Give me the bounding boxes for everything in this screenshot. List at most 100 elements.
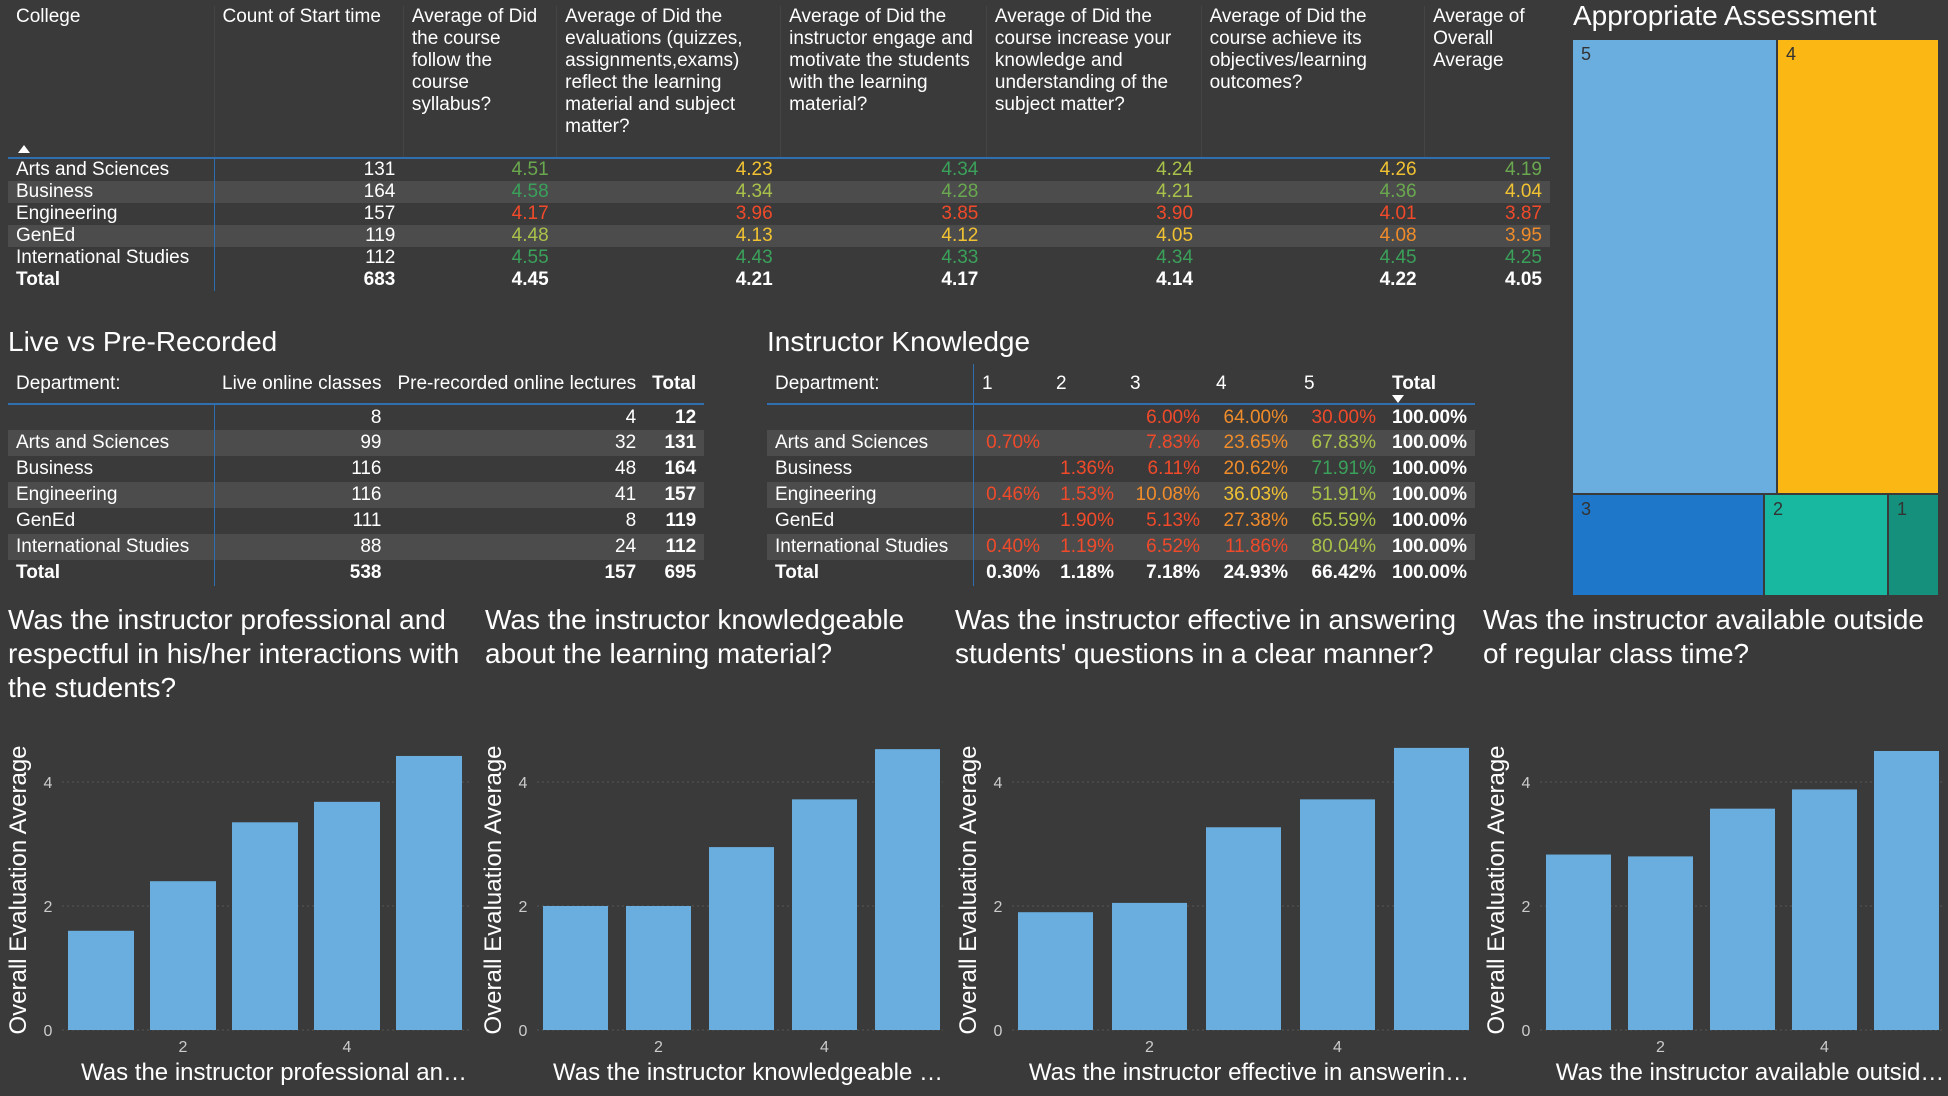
average-cell: 3.95 xyxy=(1424,225,1550,247)
bar[interactable] xyxy=(626,906,691,1030)
table-row[interactable]: International Studies 88 24 112 xyxy=(8,534,705,560)
col-header-label: Total xyxy=(1392,372,1436,394)
col-header-knowledge[interactable]: Average of Did the course increase your … xyxy=(986,6,1202,158)
col-header-college[interactable]: College xyxy=(8,6,215,158)
count-cell: 32 xyxy=(389,430,645,456)
percent-cell: 80.04% xyxy=(1296,534,1384,560)
x-tick-label: 2 xyxy=(179,1039,188,1056)
appropriate-assessment-treemap: 5 4 3 2 1 xyxy=(1573,40,1938,595)
col-header-live[interactable]: Live online classes xyxy=(214,364,389,404)
count-cell: 131 xyxy=(363,159,396,180)
percent-cell xyxy=(974,508,1049,534)
col-header-1[interactable]: 1 xyxy=(974,364,1049,404)
bar[interactable] xyxy=(1546,854,1611,1030)
average-cell: 3.96 xyxy=(735,203,773,224)
table-row[interactable]: Engineering 157 4.17 3.96 3.85 3.90 4.01 3.87 xyxy=(8,203,1550,225)
col-header-total[interactable]: Total xyxy=(644,364,704,404)
count-cell: 119 xyxy=(665,510,697,531)
total-cell: 538 xyxy=(349,562,382,583)
bar[interactable] xyxy=(1206,827,1281,1030)
table-row[interactable]: Engineering 0.46% 1.53% 10.08% 36.03% 51.91% 1… xyxy=(767,482,1476,508)
treemap-cell-5[interactable]: 5 xyxy=(1573,40,1776,493)
sort-descending-icon[interactable] xyxy=(1392,395,1404,403)
bar[interactable] xyxy=(1628,856,1693,1030)
bar[interactable] xyxy=(792,799,857,1030)
col-header-objectives[interactable]: Average of Did the course achieve its ob… xyxy=(1201,6,1426,158)
table-row[interactable]: GenEd 1.90% 5.13% 27.38% 65.59% 100.00% xyxy=(767,508,1475,534)
table-row[interactable]: Engineering 116 41 157 xyxy=(8,482,705,508)
bar[interactable] xyxy=(1792,789,1857,1030)
table-row[interactable]: Business 1.36% 6.11% 20.62% 71.91% 100.00% xyxy=(767,456,1475,482)
count-cell: 131 xyxy=(644,430,705,456)
percent-cell: 6.00% xyxy=(1146,406,1200,428)
col-header-label: Count of Start time xyxy=(222,6,381,27)
bar[interactable] xyxy=(1874,751,1939,1030)
table-row[interactable]: Arts and Sciences 99 32 131 xyxy=(8,430,705,456)
table-row[interactable]: 8 4 12 xyxy=(8,404,704,430)
bar[interactable] xyxy=(1394,747,1469,1030)
average-cell: 4.48 xyxy=(403,225,557,247)
table-row[interactable]: Arts and Sciences 0.70% 7.83% 23.65% 67.83% 1… xyxy=(767,430,1476,456)
bar[interactable] xyxy=(232,822,298,1030)
col-header-department[interactable]: Department: xyxy=(8,364,214,404)
percent-cell: 0.70% xyxy=(973,430,1048,456)
col-header-overall[interactable]: Average of Overall Average xyxy=(1425,6,1550,158)
table-row[interactable]: GenEd 111 8 119 xyxy=(8,508,704,534)
total-label: Total xyxy=(8,560,215,586)
sort-ascending-icon[interactable] xyxy=(18,145,30,153)
bar[interactable] xyxy=(709,847,774,1030)
col-header-evaluations[interactable]: Average of Did the evaluations (quizzes,… xyxy=(556,6,782,158)
table-row[interactable]: Business 116 48 164 xyxy=(8,456,704,482)
col-header-2[interactable]: 2 xyxy=(1048,364,1122,404)
treemap-cell-2[interactable]: 2 xyxy=(1765,495,1887,595)
treemap-cell-4[interactable]: 4 xyxy=(1778,40,1938,493)
average-cell: 4.55 xyxy=(511,247,549,268)
percent-cell: 23.65% xyxy=(1208,430,1296,456)
col-header-5[interactable]: 5 xyxy=(1296,364,1384,404)
col-header-count[interactable]: Count of Start time xyxy=(214,6,404,158)
count-cell: 157 xyxy=(363,203,396,224)
table-row[interactable]: International Studies 0.40% 1.19% 6.52% 11.8… xyxy=(767,534,1476,560)
bar[interactable] xyxy=(1710,808,1775,1030)
department-name: International Studies xyxy=(767,534,974,560)
bar[interactable] xyxy=(396,755,462,1030)
treemap-cell-1[interactable]: 1 xyxy=(1889,495,1938,595)
col-header-label: Average of Did the instructor engage and… xyxy=(789,6,973,115)
bar[interactable] xyxy=(1300,799,1375,1030)
bar[interactable] xyxy=(543,906,608,1030)
col-header-prerecorded[interactable]: Pre-recorded online lectures xyxy=(389,364,644,404)
bar-chart-knowledgeable: 0 2 4 Overall Evaluation Average 2 4 Was the i… xyxy=(480,745,943,1086)
col-header-total[interactable]: Total xyxy=(1384,364,1475,404)
total-average: 4.22 xyxy=(1379,269,1417,290)
table-row[interactable]: Business 164 4.58 4.34 4.28 4.21 4.36 4.04 xyxy=(8,181,1550,203)
col-header-engage[interactable]: Average of Did the instructor engage and… xyxy=(780,6,987,158)
count-cell: 4 xyxy=(625,406,637,428)
bar[interactable] xyxy=(68,930,134,1030)
table-row[interactable]: 6.00% 64.00% 30.00% 100.00% xyxy=(767,404,1475,430)
bar[interactable] xyxy=(1112,902,1187,1030)
x-tick-label: 2 xyxy=(1656,1039,1665,1056)
bar[interactable] xyxy=(150,881,216,1030)
count-cell: 119 xyxy=(214,225,404,247)
average-cell: 4.04 xyxy=(1424,181,1550,203)
bar[interactable] xyxy=(1018,912,1093,1030)
bar[interactable] xyxy=(314,801,380,1030)
col-header-3[interactable]: 3 xyxy=(1122,364,1208,404)
table-row[interactable]: Arts and Sciences 131 4.51 4.23 4.34 4.24 4.26… xyxy=(8,158,1550,181)
percent-cell: 27.38% xyxy=(1223,510,1288,531)
average-cell: 4.36 xyxy=(1201,181,1425,203)
bar[interactable] xyxy=(875,749,940,1030)
col-header-department[interactable]: Department: xyxy=(767,364,974,404)
table-row[interactable]: International Studies 112 4.55 4.43 4.33 4.34… xyxy=(8,247,1550,269)
col-header-4[interactable]: 4 xyxy=(1208,364,1296,404)
col-header-syllabus[interactable]: Average of Did the course follow the cou… xyxy=(403,6,558,158)
table-row[interactable]: GenEd 119 4.48 4.13 4.12 4.05 4.08 3.95 xyxy=(8,225,1550,247)
treemap-cell-3[interactable]: 3 xyxy=(1573,495,1763,595)
live-vs-prerecorded-title: Live vs Pre-Recorded xyxy=(8,326,278,357)
department-name: Business xyxy=(8,456,215,482)
college-name: Business xyxy=(8,181,215,203)
average-cell: 4.08 xyxy=(1201,225,1425,247)
treemap-cell-label: 2 xyxy=(1773,499,1784,519)
percent-cell: 1.90% xyxy=(1060,510,1114,531)
percent-cell: 0.46% xyxy=(973,482,1048,508)
